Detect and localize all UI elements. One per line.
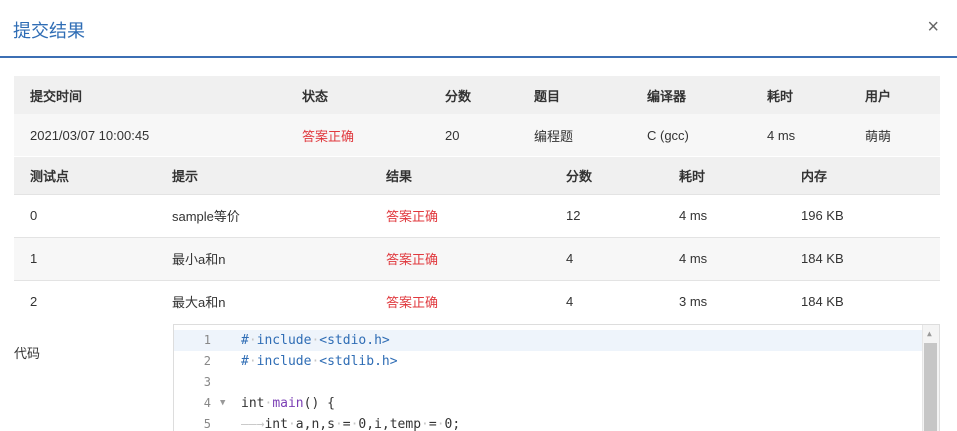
line-number: 5 — [203, 417, 211, 431]
code-viewer[interactable]: 1 #·include·<stdio.h> 2 #·include·<stdli… — [173, 324, 940, 431]
code-line: 3 — [174, 372, 922, 393]
code-line: 2 #·include·<stdlib.h> — [174, 351, 922, 372]
case-score: 12 — [566, 208, 581, 223]
header-case: 测试点 — [30, 168, 70, 184]
code-text: #·include·<stdlib.h> — [241, 354, 398, 369]
header-status: 状态 — [302, 88, 329, 104]
case-time: 4 ms — [679, 251, 708, 266]
scroll-up-icon[interactable]: ▲ — [927, 329, 932, 338]
line-number: 4 — [203, 396, 211, 410]
compiler: C (gcc) — [647, 127, 689, 143]
test-cases-table: 测试点 提示 结果 分数 耗时 内存 0 sample等价 答案正确 12 4 … — [14, 157, 940, 323]
case-memory: 196 KB — [801, 208, 844, 223]
header-submit-time: 提交时间 — [30, 88, 83, 104]
dialog-header: 提交结果 × — [0, 0, 957, 58]
score: 20 — [445, 127, 460, 143]
case-memory: 184 KB — [801, 294, 844, 310]
header-memory: 内存 — [801, 168, 828, 184]
case-result: 答案正确 — [386, 252, 439, 267]
fold-toggle-icon[interactable]: ▼ — [220, 393, 225, 414]
case-result: 答案正确 — [386, 295, 439, 311]
code-line: 4 ▼ int·main() { — [174, 393, 922, 414]
user-link[interactable]: 萌萌 — [849, 114, 940, 156]
case-id: 1 — [30, 251, 38, 266]
case-result: 答案正确 — [386, 209, 439, 224]
case-hint: sample等价 — [172, 209, 240, 224]
case-id: 2 — [30, 294, 38, 310]
header-case-time: 耗时 — [679, 168, 706, 184]
summary-row: 2021/03/07 10:00:45 答案正确 20 编程题 C (gcc) … — [14, 114, 940, 156]
header-time: 耗时 — [767, 88, 794, 104]
submission-summary-table: 提交时间 状态 分数 题目 编译器 耗时 用户 2021/03/07 10:00… — [14, 76, 940, 156]
case-time: 4 ms — [679, 208, 708, 223]
case-score: 4 — [566, 294, 574, 310]
header-compiler: 编译器 — [647, 88, 687, 104]
problem-link[interactable]: 编程题 — [518, 114, 631, 156]
header-score: 分数 — [445, 88, 472, 104]
header-result: 结果 — [386, 168, 413, 184]
case-hint: 最大a和n — [172, 295, 226, 311]
line-number: 3 — [203, 375, 211, 389]
header-case-score: 分数 — [566, 168, 593, 184]
code-text: ——→int·a,n,s·=·0,i,temp·=·0; — [241, 417, 461, 431]
code-text: #·include·<stdio.h> — [241, 333, 390, 348]
run-time: 4 ms — [767, 127, 796, 143]
case-time: 3 ms — [679, 294, 708, 310]
code-line: 5 ——→int·a,n,s·=·0,i,temp·=·0; — [174, 414, 922, 431]
status-text: 答案正确 — [302, 128, 355, 144]
dialog-title: 提交结果 — [13, 21, 85, 41]
case-id: 0 — [30, 208, 38, 223]
table-row: 1 最小a和n 答案正确 4 4 ms 184 KB — [14, 237, 940, 280]
case-hint: 最小a和n — [172, 252, 226, 267]
code-scrollbar[interactable]: ▲ — [922, 325, 939, 431]
table-row: 0 sample等价 答案正确 12 4 ms 196 KB — [14, 194, 940, 237]
table-row: 2 最大a和n 答案正确 4 3 ms 184 KB — [14, 280, 940, 323]
close-icon[interactable]: × — [927, 16, 939, 38]
line-number: 2 — [203, 354, 211, 368]
summary-header-row: 提交时间 状态 分数 题目 编译器 耗时 用户 — [14, 76, 940, 114]
case-score: 4 — [566, 251, 574, 266]
case-memory: 184 KB — [801, 251, 844, 266]
header-user: 用户 — [865, 88, 892, 104]
code-text: int·main() { — [241, 396, 335, 411]
line-number: 1 — [203, 333, 211, 347]
header-hint: 提示 — [172, 168, 199, 184]
submit-time: 2021/03/07 10:00:45 — [30, 127, 150, 143]
header-problem: 题目 — [534, 88, 561, 104]
code-line: 1 #·include·<stdio.h> — [174, 330, 922, 351]
cases-header-row: 测试点 提示 结果 分数 耗时 内存 — [14, 157, 940, 194]
code-label: 代码 — [14, 346, 41, 361]
scroll-thumb[interactable] — [924, 343, 937, 431]
